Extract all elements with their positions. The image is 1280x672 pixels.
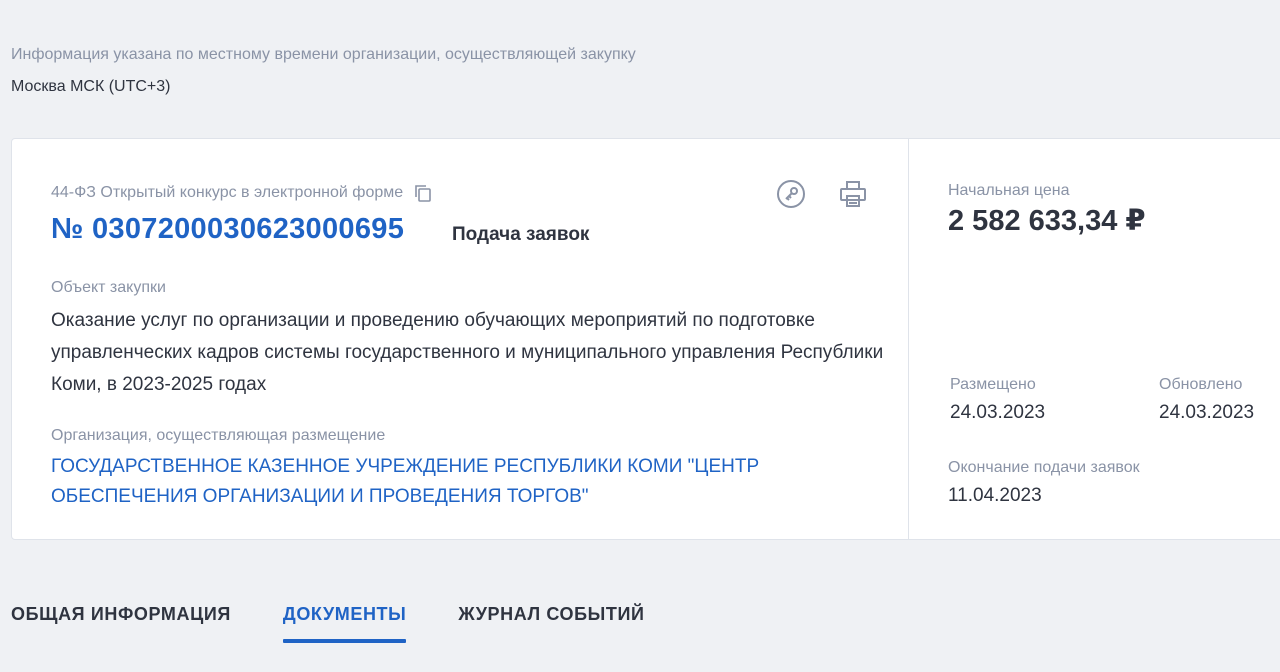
- updated-label: Обновлено: [1159, 376, 1243, 393]
- posted-label: Размещено: [950, 376, 1036, 393]
- price-value: 2 582 633,34 ₽: [948, 205, 1146, 237]
- procurement-type: 44-ФЗ Открытый конкурс в электронной фор…: [51, 183, 433, 203]
- deadline-date: 11.04.2023: [948, 485, 1042, 506]
- price-label: Начальная цена: [948, 182, 1070, 199]
- procurement-main-panel: 44-ФЗ Открытый конкурс в электронной фор…: [12, 139, 909, 539]
- timezone-note: Информация указана по местному времени о…: [11, 46, 636, 63]
- procurement-summary-panel: Начальная цена 2 582 633,34 ₽ Размещено …: [909, 139, 1280, 539]
- print-button[interactable]: [836, 179, 870, 213]
- updated-date: 24.03.2023: [1159, 402, 1255, 423]
- key-button[interactable]: [774, 179, 808, 213]
- key-icon: [776, 179, 806, 214]
- organization-label: Организация, осуществляющая размещение: [51, 427, 386, 444]
- procurement-status: Подача заявок: [452, 224, 590, 245]
- tab-documents[interactable]: ДОКУМЕНТЫ: [282, 604, 407, 643]
- procurement-card: 44-ФЗ Открытый конкурс в электронной фор…: [11, 138, 1280, 540]
- procurement-number: № 0307200030623000695: [51, 213, 405, 245]
- organization-link[interactable]: ГОСУДАРСТВЕННОЕ КАЗЕННОЕ УЧРЕЖДЕНИЕ РЕСП…: [51, 452, 871, 512]
- copy-icon[interactable]: [413, 183, 433, 203]
- tab-event-log[interactable]: ЖУРНАЛ СОБЫТИЙ: [458, 604, 644, 643]
- posted-date: 24.03.2023: [950, 402, 1046, 423]
- procurement-type-label: 44-ФЗ Открытый конкурс в электронной фор…: [51, 184, 404, 201]
- tab-general-info[interactable]: ОБЩАЯ ИНФОРМАЦИЯ: [11, 604, 231, 643]
- object-description: Оказание услуг по организации и проведен…: [51, 310, 884, 395]
- tab-bar: ОБЩАЯ ИНФОРМАЦИЯ ДОКУМЕНТЫ ЖУРНАЛ СОБЫТИ…: [11, 604, 645, 643]
- timezone-value: Москва МСК (UTC+3): [11, 78, 171, 95]
- printer-icon: [838, 179, 868, 214]
- object-label: Объект закупки: [51, 279, 166, 296]
- deadline-label: Окончание подачи заявок: [948, 459, 1140, 476]
